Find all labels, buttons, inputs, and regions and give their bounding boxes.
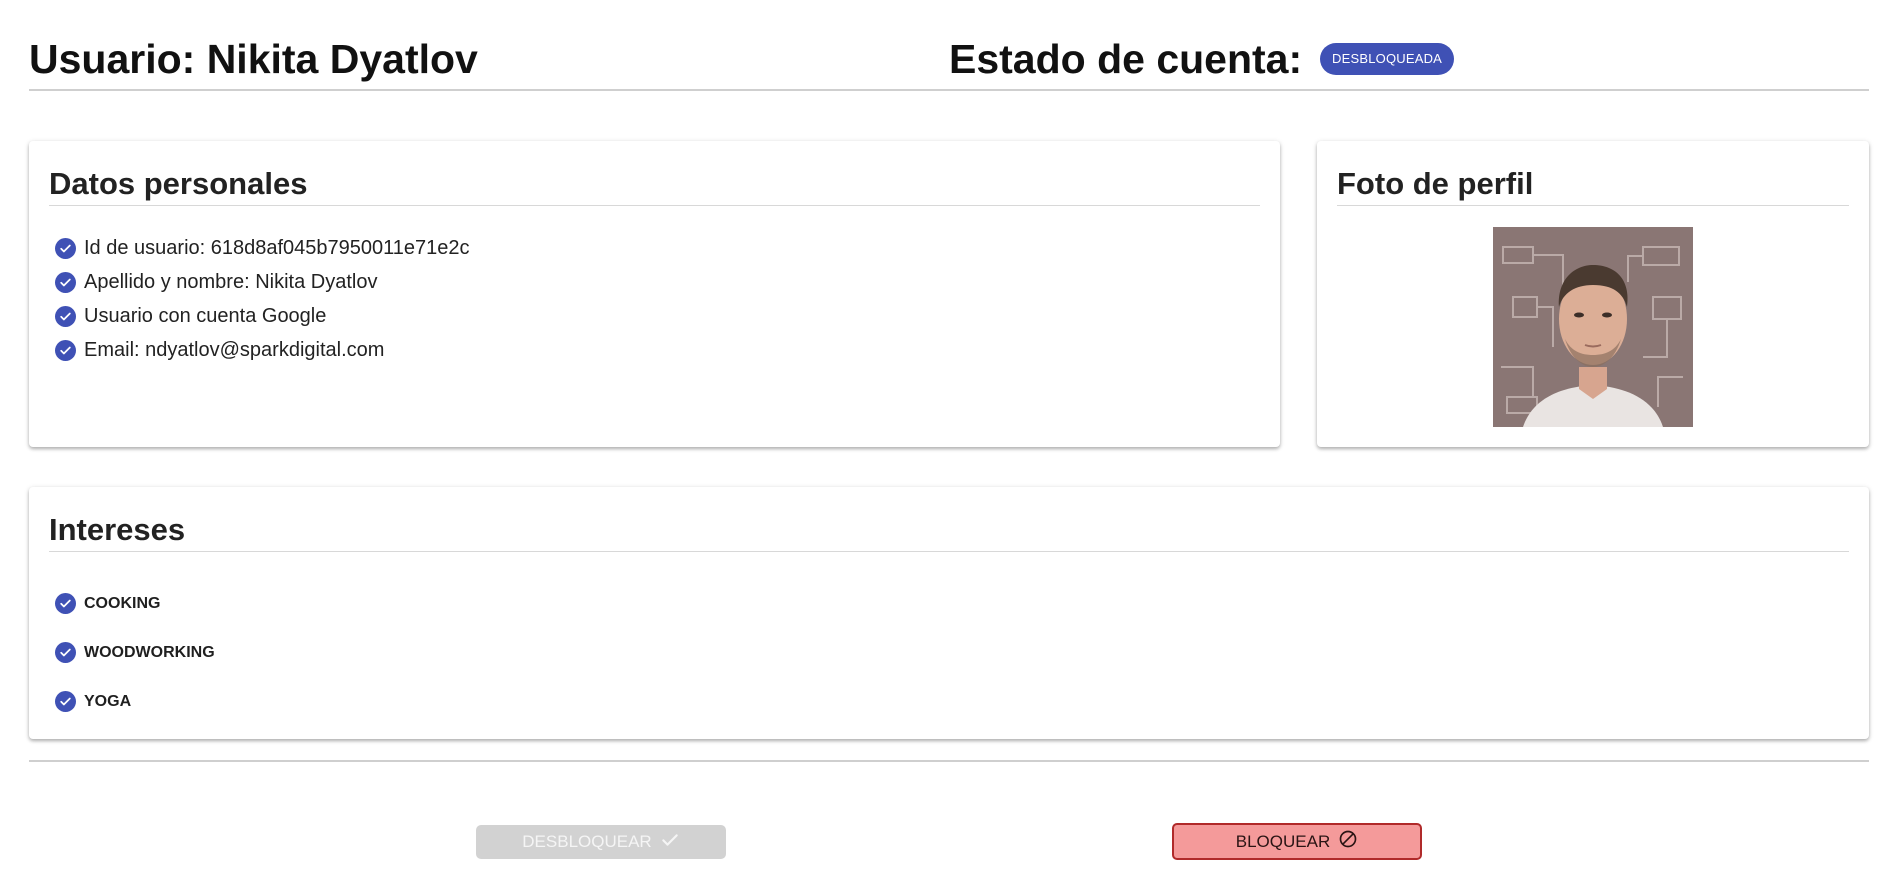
google-account-text: Usuario con cuenta Google <box>84 304 327 327</box>
check-circle-icon <box>55 271 76 293</box>
check-circle-icon <box>55 691 76 712</box>
interest-item: YOGA <box>55 677 215 726</box>
interest-label: WOODWORKING <box>84 643 215 661</box>
user-title: Usuario: Nikita Dyatlov <box>29 36 478 82</box>
user-id-text: Id de usuario: 618d8af045b7950011e71e2c <box>84 236 470 259</box>
interest-item: COOKING <box>55 579 215 628</box>
list-item: Apellido y nombre: Nikita Dyatlov <box>55 265 470 299</box>
check-circle-icon <box>55 339 76 361</box>
email-text: Email: ndyatlov@sparkdigital.com <box>84 338 385 361</box>
full-name-text: Apellido y nombre: Nikita Dyatlov <box>84 270 378 293</box>
interests-list: COOKING WOODWORKING YOGA <box>55 579 215 726</box>
page-header: Usuario: Nikita Dyatlov Estado de cuenta… <box>29 30 1869 91</box>
list-item: Id de usuario: 618d8af045b7950011e71e2c <box>55 231 470 265</box>
divider <box>29 760 1869 762</box>
account-status-title: Estado de cuenta: <box>949 36 1303 82</box>
block-button[interactable]: BLOQUEAR <box>1172 823 1422 860</box>
check-circle-icon <box>55 237 76 259</box>
list-item: Email: ndyatlov@sparkdigital.com <box>55 333 470 367</box>
list-item: Usuario con cuenta Google <box>55 299 470 333</box>
personal-data-card: Datos personales Id de usuario: 618d8af0… <box>29 141 1280 447</box>
status-badge: DESBLOQUEADA <box>1320 43 1455 75</box>
check-circle-icon <box>55 642 76 663</box>
interests-card: Intereses COOKING WOODWORKING YOGA <box>29 487 1869 739</box>
interest-item: WOODWORKING <box>55 628 215 677</box>
block-button-label: BLOQUEAR <box>1235 831 1331 851</box>
interest-label: COOKING <box>84 594 161 612</box>
interests-title: Intereses <box>49 512 1849 552</box>
block-icon <box>1338 829 1358 854</box>
profile-photo-card: Foto de perfil <box>1317 141 1869 447</box>
unblock-button[interactable]: DESBLOQUEAR <box>476 825 726 859</box>
profile-photo <box>1493 227 1693 427</box>
personal-data-title: Datos personales <box>49 166 1260 206</box>
profile-photo-title: Foto de perfil <box>1337 166 1849 206</box>
check-circle-icon <box>55 593 76 614</box>
check-circle-icon <box>55 305 76 327</box>
unblock-button-label: DESBLOQUEAR <box>522 832 652 851</box>
checkmark-icon <box>660 830 680 855</box>
interest-label: YOGA <box>84 692 132 710</box>
personal-data-list: Id de usuario: 618d8af045b7950011e71e2c … <box>55 231 470 367</box>
